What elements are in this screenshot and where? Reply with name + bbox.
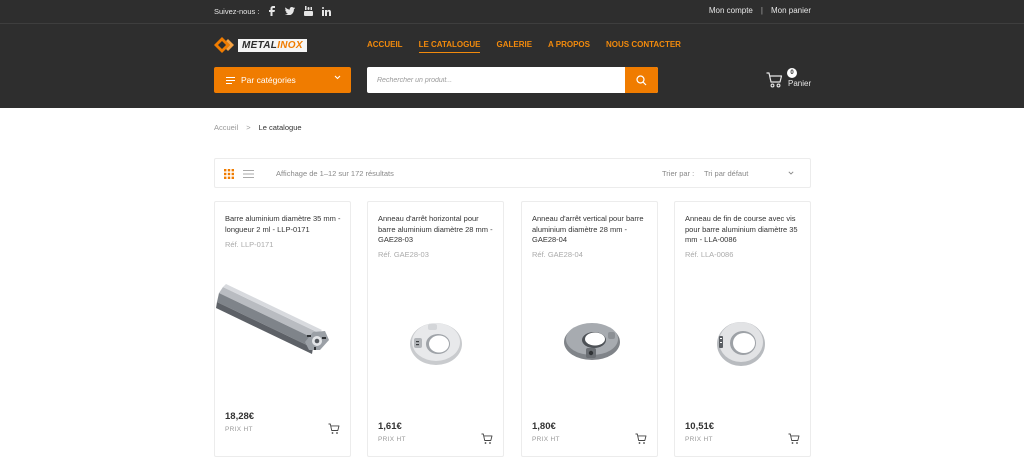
grid-view-icon[interactable] [224,169,234,179]
product-ref: Réf. LLA-0086 [685,250,734,259]
top-strip [0,0,1024,24]
breadcrumb-home[interactable]: Accueil [214,123,238,132]
product-title[interactable]: Anneau d'arrêt vertical pour barre alumi… [532,214,652,246]
results-count: Affichage de 1–12 sur 172 résultats [276,169,394,178]
price-tax-label: PRIX HT [225,426,253,433]
categories-label: Par catégories [241,75,296,85]
add-to-cart-icon[interactable] [788,433,800,445]
cart-label: Panier [788,79,812,88]
chevron-down-icon [334,75,341,80]
price-tax-label: PRIX HT [532,436,560,443]
add-to-cart-icon[interactable] [635,433,647,445]
catalog-toolbar: Affichage de 1–12 sur 172 résultats Trie… [214,158,811,188]
logo-text-metal: METAL [242,39,278,51]
linkedin-icon[interactable] [321,6,331,16]
price-tax-label: PRIX HT [378,436,406,443]
product-card[interactable]: Anneau d'arrêt horizontal pour barre alu… [367,201,504,457]
search-bar [367,67,658,93]
breadcrumb: Accueil > Le catalogue [214,123,302,132]
add-to-cart-icon[interactable] [328,423,340,435]
main-nav: ACCUEIL LE CATALOGUE GALERIE A PROPOS NO… [367,40,681,53]
youtube-icon[interactable] [303,6,313,16]
product-price: 1,80€ [532,421,556,432]
search-icon [636,74,647,85]
nav-a-propos[interactable]: A PROPOS [548,40,590,53]
sort-label: Trier par : [662,169,695,178]
list-view-icon[interactable] [243,169,254,179]
twitter-icon[interactable] [285,6,296,16]
add-to-cart-icon[interactable] [481,433,493,445]
product-card[interactable]: Barre aluminium diamètre 35 mm - longueu… [214,201,351,457]
logo-text-inox: INOX [277,39,303,51]
sort-select[interactable]: Tri par défaut [704,169,804,178]
product-title[interactable]: Anneau d'arrêt horizontal pour barre alu… [378,214,498,246]
nav-galerie[interactable]: GALERIE [496,40,532,53]
product-image[interactable] [215,262,352,402]
product-card[interactable]: Anneau de fin de course avec vis pour ba… [674,201,811,457]
product-image[interactable] [522,272,659,412]
chevron-down-icon [788,171,794,175]
logo-mark-icon [214,37,234,53]
logo-wordmark: METAL INOX [238,38,307,52]
menu-icon [226,76,235,84]
product-ref: Réf. LLP-0171 [225,240,274,249]
my-account-link[interactable]: Mon compte [709,6,753,15]
site-header: Suivez-nous : Mon compte | Mon panier ME… [0,0,1024,108]
nav-contact[interactable]: NOUS CONTACTER [606,40,681,53]
cart-icon [766,72,783,88]
product-image[interactable] [368,272,505,412]
account-separator: | [760,6,763,15]
product-price: 18,28€ [225,411,255,422]
product-ref: Réf. GAE28-04 [532,250,583,259]
follow-label: Suivez-nous : [214,6,260,16]
search-input[interactable] [367,67,625,93]
product-card[interactable]: Anneau d'arrêt vertical pour barre alumi… [521,201,658,457]
breadcrumb-separator: > [246,123,251,132]
price-tax-label: PRIX HT [685,436,713,443]
breadcrumb-current: Le catalogue [258,123,302,132]
site-logo[interactable]: METAL INOX [214,37,307,53]
my-cart-link[interactable]: Mon panier [771,6,811,15]
product-price: 10,51€ [685,421,715,432]
search-button[interactable] [625,67,658,93]
sort-value: Tri par défaut [704,169,749,178]
facebook-icon[interactable] [267,6,277,16]
header-cart[interactable]: 0 Panier [766,68,816,94]
product-price: 1,61€ [378,421,402,432]
categories-button[interactable]: Par catégories [214,67,351,93]
product-ref: Réf. GAE28-03 [378,250,429,259]
product-title[interactable]: Barre aluminium diamètre 35 mm - longueu… [225,214,345,235]
cart-count-badge: 0 [787,68,797,78]
product-image[interactable] [675,272,812,412]
account-links: Mon compte | Mon panier [709,6,811,15]
nav-accueil[interactable]: ACCUEIL [367,40,403,53]
product-title[interactable]: Anneau de fin de course avec vis pour ba… [685,214,805,246]
social-links: Suivez-nous : [214,6,331,16]
nav-catalogue[interactable]: LE CATALOGUE [418,40,481,53]
